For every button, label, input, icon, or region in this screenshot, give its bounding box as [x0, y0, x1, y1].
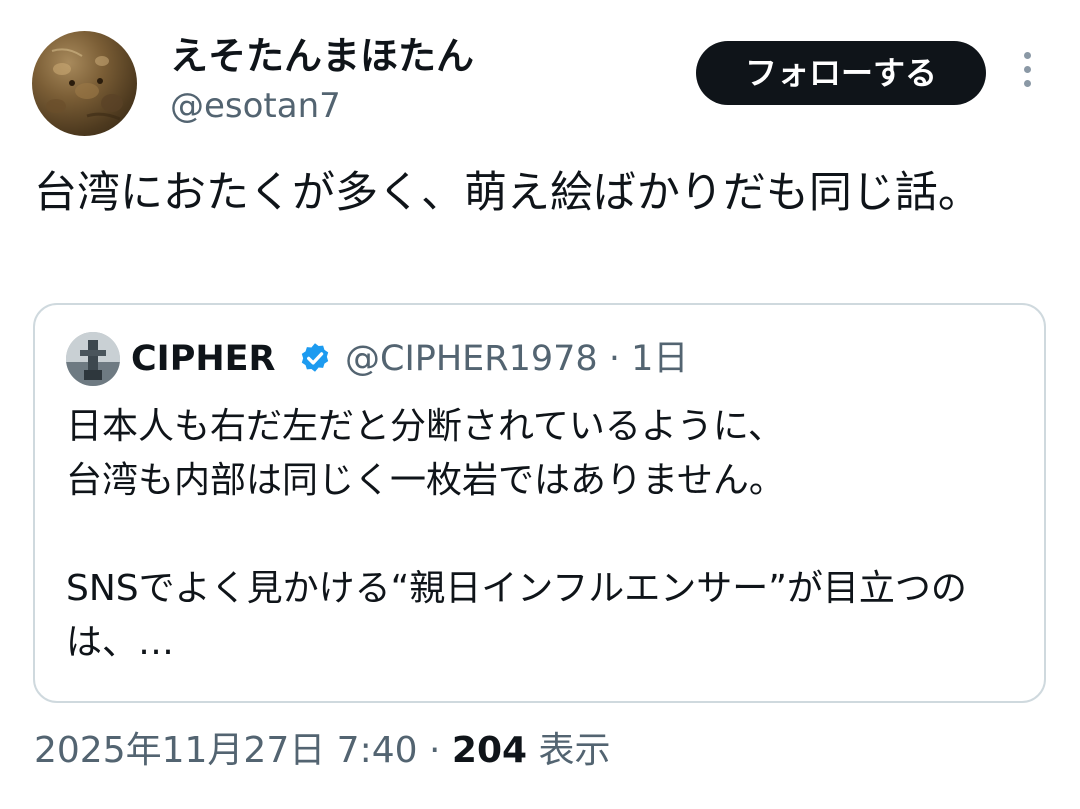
reptile-closeup-avatar-icon: [46, 48, 123, 121]
more-vertical-icon[interactable]: [1012, 52, 1042, 96]
quote-avatar-image-icon: [66, 332, 120, 386]
quote-age: 1日: [631, 339, 689, 379]
verified-badge-icon: [301, 343, 329, 372]
quote-text: 日本人も右だ左だと分断されているように、 台湾も内部は同じく一枚岩ではありません…: [66, 406, 967, 663]
tweet-footer: 2025年11月27日 7:40 · 204 表示: [34, 726, 611, 776]
author-display-name[interactable]: えそたんまほたん: [170, 32, 474, 80]
quote-author-avatar: [66, 332, 120, 386]
quote-author-name: CIPHER: [131, 339, 276, 379]
quote-author-handle: @CIPHER1978: [345, 339, 598, 379]
footer-separator: ·: [428, 730, 441, 771]
follow-button[interactable]: フォローする: [696, 41, 986, 105]
quoted-tweet-card[interactable]: CIPHER @CIPHER1978 · 1日 日本人も右だ左だと分断されている…: [33, 303, 1046, 703]
views-count: 204: [451, 730, 528, 771]
tweet-text: 台湾におたくが多く、萌え絵ばかりだも同じ話。: [34, 168, 981, 218]
tweet-timestamp[interactable]: 2025年11月27日 7:40: [34, 730, 418, 771]
views-label: 表示: [538, 730, 611, 771]
quote-meta: @CIPHER1978 · 1日: [345, 337, 688, 381]
quote-separator: ·: [608, 339, 620, 379]
author-avatar[interactable]: [32, 31, 137, 136]
author-handle[interactable]: @esotan7: [170, 84, 341, 128]
